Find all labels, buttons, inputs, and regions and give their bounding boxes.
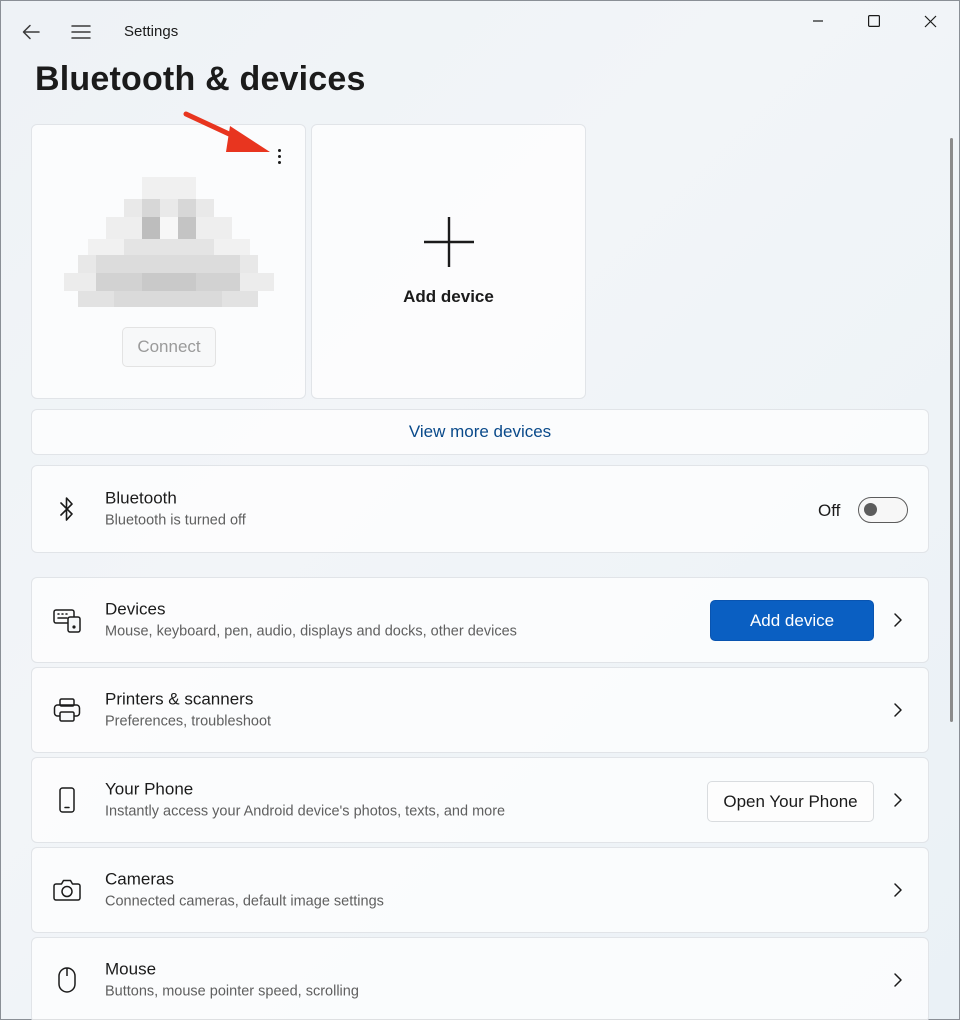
cameras-title: Cameras	[105, 869, 174, 889]
back-arrow-icon	[22, 24, 40, 40]
back-button[interactable]	[14, 16, 48, 48]
mouse-row[interactable]: Mouse Buttons, mouse pointer speed, scro…	[31, 937, 929, 1020]
bluetooth-subtitle: Bluetooth is turned off	[105, 512, 246, 529]
close-window-button[interactable]	[902, 4, 958, 38]
printers-scanners-row[interactable]: Printers & scanners Preferences, trouble…	[31, 667, 929, 753]
devices-text: Devices Mouse, keyboard, pen, audio, dis…	[105, 599, 517, 642]
chevron-right-icon	[888, 880, 908, 900]
maximize-button[interactable]	[846, 4, 902, 38]
printers-subtitle: Preferences, troubleshoot	[105, 713, 272, 730]
cameras-subtitle: Connected cameras, default image setting…	[105, 893, 384, 910]
navigation-menu-button[interactable]	[64, 16, 98, 48]
maximize-icon	[868, 15, 880, 27]
add-device-button[interactable]: Add device	[710, 600, 874, 641]
devices-title: Devices	[105, 599, 166, 619]
title-bar: Settings	[0, 0, 960, 62]
phone-icon	[52, 785, 82, 815]
cameras-text: Cameras Connected cameras, default image…	[105, 869, 384, 912]
plus-icon	[423, 217, 474, 267]
hamburger-menu-icon	[71, 25, 91, 39]
more-dot	[277, 160, 281, 164]
mouse-title: Mouse	[105, 959, 157, 979]
chevron-right-icon	[888, 700, 908, 720]
bluetooth-icon	[52, 494, 82, 524]
printer-icon	[52, 695, 82, 725]
mouse-subtitle: Buttons, mouse pointer speed, scrolling	[105, 983, 359, 1000]
paired-device-tile: Connect	[31, 124, 306, 399]
connect-button[interactable]: Connect	[122, 327, 216, 367]
bluetooth-toggle[interactable]	[858, 497, 908, 523]
annotation-arrow-icon	[183, 111, 270, 152]
bluetooth-toggle-label: Off	[818, 501, 841, 520]
app-title: Settings	[124, 23, 179, 40]
chevron-right-icon	[888, 790, 908, 810]
chevron-right-icon	[888, 610, 908, 630]
close-icon	[924, 15, 936, 27]
mouse-icon	[52, 965, 82, 995]
devices-subtitle: Mouse, keyboard, pen, audio, displays an…	[105, 623, 517, 640]
phone-title: Your Phone	[105, 779, 194, 799]
view-more-devices-link[interactable]: View more devices	[409, 422, 551, 442]
phone-subtitle: Instantly access your Android device's p…	[105, 803, 506, 820]
bluetooth-row: Bluetooth Bluetooth is turned off Off	[31, 465, 929, 553]
mouse-text: Mouse Buttons, mouse pointer speed, scro…	[105, 959, 359, 1002]
pixelated-device-image	[64, 177, 274, 307]
add-device-tile-label: Add device	[403, 287, 494, 306]
minimize-button[interactable]	[790, 4, 846, 38]
camera-icon	[52, 875, 82, 905]
devices-row[interactable]: Devices Mouse, keyboard, pen, audio, dis…	[31, 577, 929, 663]
printers-title: Printers & scanners	[105, 689, 254, 709]
open-your-phone-button[interactable]: Open Your Phone	[707, 781, 874, 822]
toggle-knob	[864, 503, 877, 516]
vertical-scrollbar[interactable]	[950, 138, 953, 722]
cameras-row[interactable]: Cameras Connected cameras, default image…	[31, 847, 929, 933]
add-device-tile[interactable]: Add device	[311, 124, 586, 399]
your-phone-row[interactable]: Your Phone Instantly access your Android…	[31, 757, 929, 843]
page-title: Bluetooth & devices	[35, 60, 366, 98]
minimize-icon	[813, 20, 823, 22]
phone-text: Your Phone Instantly access your Android…	[105, 779, 505, 822]
printers-text: Printers & scanners Preferences, trouble…	[105, 689, 271, 732]
chevron-right-icon	[888, 970, 908, 990]
bluetooth-title: Bluetooth	[105, 488, 177, 508]
view-more-devices-card[interactable]: View more devices	[31, 409, 929, 455]
devices-icon	[52, 605, 82, 635]
bluetooth-text: Bluetooth Bluetooth is turned off	[105, 488, 246, 531]
